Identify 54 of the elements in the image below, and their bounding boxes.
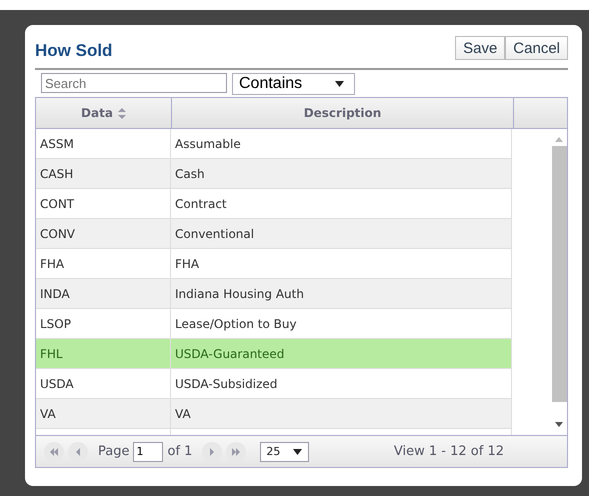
table-cell: LSOP [36, 309, 171, 338]
table-row[interactable]: CONV Conventional [36, 219, 512, 249]
dropdown-caret-icon [335, 80, 344, 88]
table-cell: INDA [36, 279, 171, 308]
dropdown-caret-icon [293, 448, 302, 456]
save-button[interactable]: Save [455, 36, 506, 60]
right-arrow-icon [209, 448, 216, 456]
table-cell: Conventional [171, 219, 512, 248]
match-mode-dropdown[interactable]: Contains [232, 73, 355, 95]
table-row[interactable]: FHA FHA [36, 249, 512, 279]
left-arrow-icon [75, 448, 81, 456]
double-left-arrow-icon [49, 448, 59, 456]
cancel-button[interactable]: Cancel [505, 36, 568, 60]
dialog-title: How Sold [35, 40, 112, 61]
table-row[interactable]: USDA USDA-Subsidized [36, 369, 512, 399]
page-size-dropdown[interactable]: 25 [260, 442, 310, 462]
first-page-button[interactable] [44, 442, 64, 462]
table-cell: VA [36, 399, 171, 428]
table-cell: Contract [171, 189, 512, 218]
table-cell: CASH [36, 159, 171, 188]
table-cell: CONV [36, 219, 171, 248]
table-cell: FHA [171, 249, 512, 278]
last-page-button[interactable] [226, 442, 246, 462]
table-row[interactable]: FHL USDA-Guaranteed [36, 339, 512, 369]
table-cell: Assumable [171, 129, 512, 158]
table-cell: USDA-Subsidized [171, 369, 512, 398]
scroll-up-icon[interactable] [555, 137, 563, 142]
table-row[interactable]: ASSM Assumable [36, 129, 512, 159]
column-header[interactable]: Data [36, 98, 172, 128]
table-row[interactable]: LSOP Lease/Option to Buy [36, 309, 512, 339]
page-label: Page [98, 444, 130, 459]
table-cell: VA [171, 399, 512, 428]
column-header[interactable]: Description [172, 98, 514, 128]
page-count: of 1 [167, 444, 192, 459]
table-cell: FHL [36, 339, 171, 368]
table-cell: Lease/Option to Buy [171, 309, 512, 338]
page-number-field[interactable]: 1 [133, 442, 164, 462]
record-count: View 1 - 12 of 12 [394, 444, 504, 459]
table-cell: Cash [171, 159, 512, 188]
table-cell: CONT [36, 189, 171, 218]
scroll-down-icon[interactable] [555, 422, 563, 427]
previous-page-button[interactable] [68, 442, 88, 462]
table-row[interactable]: CASH Cash [36, 159, 512, 189]
table-cell: FHA [36, 249, 171, 278]
double-right-arrow-icon [231, 448, 242, 456]
table-cell: USDA [36, 369, 171, 398]
search-field[interactable]: Search [41, 73, 227, 93]
table-row[interactable]: INDA Indiana Housing Auth [36, 279, 512, 309]
table-cell: USDA-Guaranteed [171, 339, 512, 368]
table-cell: ASSM [36, 129, 171, 158]
table-row[interactable]: CONT Contract [36, 189, 512, 219]
table-cell: Indiana Housing Auth [171, 279, 512, 308]
next-page-button[interactable] [202, 442, 222, 462]
table-row[interactable]: VA VA [36, 399, 512, 429]
